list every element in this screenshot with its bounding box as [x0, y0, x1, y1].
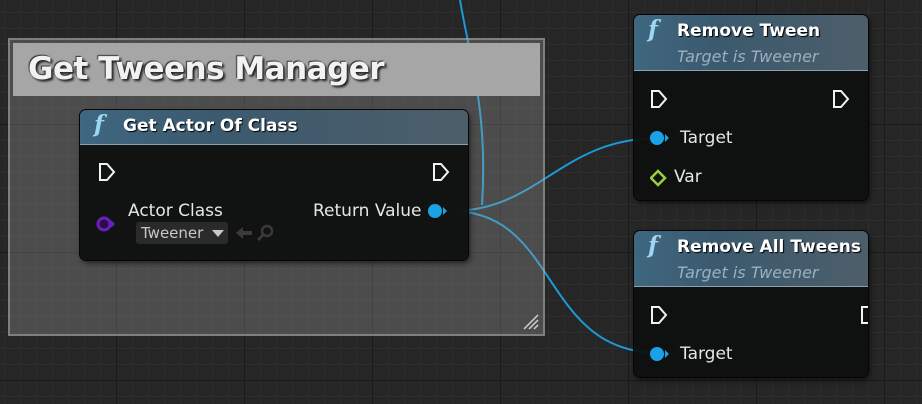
node-subtitle: Target is Tweener [677, 47, 819, 66]
var-label: Var [674, 167, 702, 187]
exec-out-pin-icon[interactable] [860, 305, 868, 325]
browse-magnifier-icon[interactable] [256, 224, 276, 242]
target-label: Target [680, 344, 733, 364]
object-pin-icon[interactable] [648, 129, 674, 147]
diamond-pin-icon[interactable] [650, 169, 676, 187]
node-subtitle: Target is Tweener [677, 263, 819, 282]
exec-in-pin-icon[interactable] [650, 89, 668, 109]
node-header[interactable]: f Remove All Tweens Target is Tweener [634, 231, 868, 287]
function-icon: f [94, 111, 104, 138]
exec-out-pin-icon[interactable] [832, 89, 850, 109]
object-pin-icon[interactable] [426, 202, 452, 220]
node-remove-all-tweens[interactable]: f Remove All Tweens Target is Tweener Ta… [634, 231, 868, 377]
node-title: Remove Tween [677, 21, 821, 41]
node-title: Get Actor Of Class [123, 116, 298, 136]
comment-title[interactable]: Get Tweens Manager [13, 43, 540, 96]
target-label: Target [680, 128, 733, 148]
node-title: Remove All Tweens [677, 237, 861, 257]
object-pin-icon[interactable] [648, 345, 674, 363]
node-header[interactable]: f Remove Tween Target is Tweener [634, 15, 868, 71]
function-icon: f [648, 16, 658, 43]
actor-class-label: Actor Class [128, 201, 223, 221]
chevron-down-icon [212, 230, 224, 237]
function-icon: f [648, 232, 658, 259]
class-pin-icon[interactable] [94, 215, 120, 233]
node-get-actor-of-class[interactable]: f Get Actor Of Class Actor Class Tweener… [80, 110, 468, 260]
node-header[interactable]: f Get Actor Of Class [80, 110, 468, 145]
use-selected-arrow-icon[interactable] [234, 225, 254, 241]
return-value-label: Return Value [313, 201, 422, 221]
resize-grip-icon[interactable] [521, 312, 539, 330]
actor-class-dropdown[interactable]: Tweener [136, 222, 228, 244]
exec-in-pin-icon[interactable] [650, 305, 668, 325]
actor-class-value: Tweener [141, 224, 204, 242]
exec-out-pin-icon[interactable] [432, 162, 450, 182]
exec-in-pin-icon[interactable] [98, 162, 116, 182]
node-remove-tween[interactable]: f Remove Tween Target is Tweener Target … [634, 15, 868, 200]
